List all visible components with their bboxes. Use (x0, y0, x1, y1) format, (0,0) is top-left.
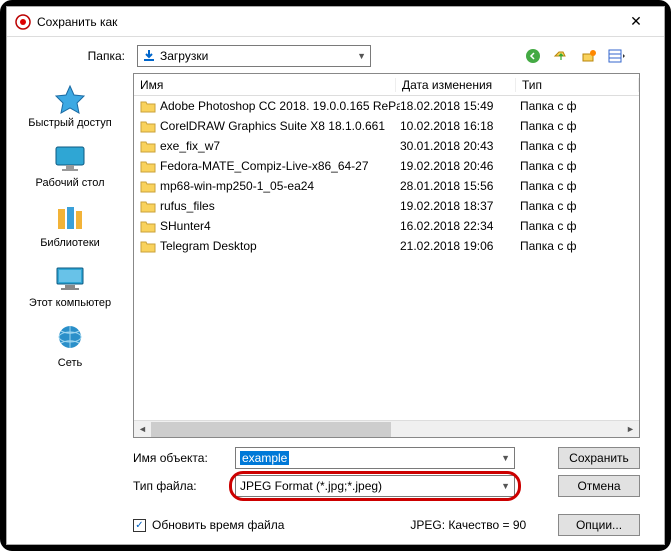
scroll-right-button[interactable]: ► (622, 421, 639, 438)
up-button[interactable] (550, 46, 572, 66)
close-button[interactable]: ✕ (616, 8, 656, 36)
titlebar: Сохранить как ✕ (7, 7, 664, 37)
cancel-button[interactable]: Отмена (558, 475, 640, 497)
file-date: 19.02.2018 18:37 (400, 199, 520, 213)
file-type: Папка с ф (520, 99, 639, 113)
folder-icon (140, 159, 156, 173)
chevron-down-icon: ▼ (501, 481, 510, 491)
file-name: rufus_files (160, 199, 400, 213)
file-date: 16.02.2018 22:34 (400, 219, 520, 233)
file-list-header: Имя Дата изменения Тип (134, 74, 639, 96)
file-row[interactable]: rufus_files19.02.2018 18:37Папка с ф (134, 196, 639, 216)
file-name: Telegram Desktop (160, 239, 400, 253)
file-name: SHunter4 (160, 219, 400, 233)
form-area: Имя объекта: example ▼ Сохранить Тип фай… (7, 438, 664, 510)
file-type: Папка с ф (520, 239, 639, 253)
file-row[interactable]: mp68-win-mp250-1_05-ea2428.01.2018 15:56… (134, 176, 639, 196)
back-button[interactable] (522, 46, 544, 66)
window-title: Сохранить как (37, 15, 616, 29)
places-sidebar: Быстрый доступ Рабочий стол Библиотеки Э… (7, 73, 133, 438)
folder-row: Папка: Загрузки ▼ (7, 37, 664, 73)
file-row[interactable]: Fedora-MATE_Compiz-Live-x86_64-2719.02.2… (134, 156, 639, 176)
folder-icon (140, 119, 156, 133)
view-menu-button[interactable] (606, 46, 628, 66)
computer-icon (52, 263, 88, 295)
column-type[interactable]: Тип (516, 78, 639, 92)
sidebar-item-network[interactable]: Сеть (7, 317, 133, 375)
file-name: Fedora-MATE_Compiz-Live-x86_64-27 (160, 159, 400, 173)
nav-toolbar (522, 46, 628, 66)
file-name: Adobe Photoshop CC 2018. 19.0.0.165 RePa… (160, 99, 400, 113)
column-date[interactable]: Дата изменения (396, 78, 516, 92)
libraries-icon (52, 203, 88, 235)
file-row[interactable]: Adobe Photoshop CC 2018. 19.0.0.165 RePa… (134, 96, 639, 116)
chevron-down-icon: ▼ (357, 51, 366, 61)
file-list-pane: Имя Дата изменения Тип Adobe Photoshop C… (133, 73, 640, 438)
filename-label: Имя объекта: (133, 451, 227, 465)
file-date: 21.02.2018 19:06 (400, 239, 520, 253)
filetype-label: Тип файла: (133, 479, 227, 493)
folder-icon (140, 179, 156, 193)
network-icon (52, 323, 88, 355)
file-type: Папка с ф (520, 119, 639, 133)
file-row[interactable]: CorelDRAW Graphics Suite X8 18.1.0.66110… (134, 116, 639, 136)
file-name: mp68-win-mp250-1_05-ea24 (160, 179, 400, 193)
file-row[interactable]: Telegram Desktop21.02.2018 19:06Папка с … (134, 236, 639, 256)
folder-icon (140, 239, 156, 253)
file-type: Папка с ф (520, 219, 639, 233)
save-as-dialog: Сохранить как ✕ Папка: Загрузки ▼ Быстры… (6, 6, 665, 545)
new-folder-button[interactable] (578, 46, 600, 66)
sidebar-item-desktop[interactable]: Рабочий стол (7, 137, 133, 195)
folder-name: Загрузки (160, 49, 357, 63)
status-row: ✓ Обновить время файла JPEG: Качество = … (7, 510, 664, 544)
file-type: Папка с ф (520, 199, 639, 213)
file-type: Папка с ф (520, 179, 639, 193)
options-button[interactable]: Опции... (558, 514, 640, 536)
scroll-left-button[interactable]: ◄ (134, 421, 151, 438)
filetype-combo[interactable]: JPEG Format (*.jpg;*.jpeg) ▼ (235, 475, 515, 497)
filename-input[interactable]: example ▼ (235, 447, 515, 469)
folder-icon (140, 219, 156, 233)
file-name: exe_fix_w7 (160, 139, 400, 153)
file-date: 10.02.2018 16:18 (400, 119, 520, 133)
file-row[interactable]: exe_fix_w730.01.2018 20:43Папка с ф (134, 136, 639, 156)
file-type: Папка с ф (520, 159, 639, 173)
downloads-icon (142, 49, 156, 63)
save-button[interactable]: Сохранить (558, 447, 640, 469)
column-name[interactable]: Имя (134, 78, 396, 92)
file-date: 30.01.2018 20:43 (400, 139, 520, 153)
file-type: Папка с ф (520, 139, 639, 153)
horizontal-scrollbar[interactable]: ◄ ► (134, 420, 639, 437)
file-name: CorelDRAW Graphics Suite X8 18.1.0.661 (160, 119, 400, 133)
sidebar-item-quick-access[interactable]: Быстрый доступ (7, 77, 133, 135)
desktop-icon (52, 143, 88, 175)
file-date: 18.02.2018 15:49 (400, 99, 520, 113)
file-date: 28.01.2018 15:56 (400, 179, 520, 193)
scroll-thumb[interactable] (151, 422, 391, 437)
chevron-down-icon: ▼ (501, 453, 510, 463)
file-list[interactable]: Adobe Photoshop CC 2018. 19.0.0.165 RePa… (134, 96, 639, 420)
star-icon (52, 83, 88, 115)
folder-icon (140, 139, 156, 153)
sidebar-item-libraries[interactable]: Библиотеки (7, 197, 133, 255)
sidebar-item-computer[interactable]: Этот компьютер (7, 257, 133, 315)
folder-label: Папка: (19, 49, 131, 63)
app-icon (15, 14, 31, 30)
update-time-label: Обновить время файла (152, 518, 284, 532)
folder-icon (140, 99, 156, 113)
update-time-checkbox[interactable]: ✓ (133, 519, 146, 532)
file-date: 19.02.2018 20:46 (400, 159, 520, 173)
folder-combo[interactable]: Загрузки ▼ (137, 45, 371, 67)
file-row[interactable]: SHunter416.02.2018 22:34Папка с ф (134, 216, 639, 236)
folder-icon (140, 199, 156, 213)
jpeg-quality-label: JPEG: Качество = 90 (410, 518, 526, 532)
